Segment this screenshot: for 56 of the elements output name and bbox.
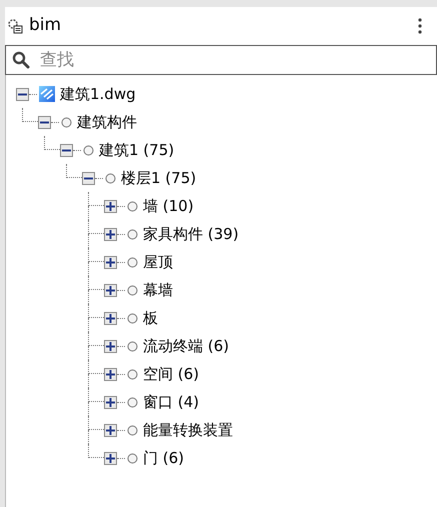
circle-icon [61,116,72,128]
circle-icon [127,256,138,268]
circle-icon [127,228,138,240]
expand-toggle[interactable] [82,172,95,184]
more-icon[interactable] [418,18,422,34]
expand-toggle[interactable] [104,228,117,240]
expand-toggle[interactable] [104,396,117,408]
tree-item-label[interactable]: 能量转换装置 [143,418,233,442]
expand-toggle[interactable] [104,452,117,464]
tree-item-label[interactable]: 建筑1.dwg [60,82,136,106]
tree-item-label[interactable]: 流动终端 (6) [143,334,230,358]
tree-item-label[interactable]: 屋顶 [143,250,173,274]
circle-icon [127,312,138,324]
tree-item-label[interactable]: 墙 (10) [143,194,194,218]
circle-icon [127,396,138,408]
tree-item-label[interactable]: 建筑构件 [77,110,137,134]
panel-title: bim [29,14,62,38]
expand-toggle[interactable] [104,368,117,380]
tree-item-label[interactable]: 板 [143,306,158,330]
plus-icon [106,342,115,350]
plus-icon [106,258,115,266]
plus-icon [106,202,115,210]
tree-item-label[interactable]: 空间 (6) [143,362,200,386]
plus-icon [106,398,115,406]
expand-toggle[interactable] [38,116,51,128]
expand-toggle[interactable] [104,256,117,268]
circle-icon [105,172,116,184]
expand-toggle[interactable] [16,88,29,100]
plus-icon [106,314,115,322]
expand-toggle[interactable] [104,200,117,212]
search-icon [12,51,30,69]
expand-toggle[interactable] [104,424,117,436]
tree-item-label[interactable]: 窗口 (4) [143,390,200,414]
tree-item-label[interactable]: 幕墙 [143,278,173,302]
circle-icon [127,200,138,212]
expand-toggle[interactable] [104,312,117,324]
plus-icon [106,370,115,378]
tree-item-label[interactable]: 家具构件 (39) [143,222,239,246]
expand-toggle[interactable] [60,144,73,156]
circle-icon [127,284,138,296]
tree-item-label[interactable]: 建筑1 (75) [99,138,174,162]
plus-icon [106,230,115,238]
plus-icon [106,454,115,462]
drawing-file-icon [39,86,55,102]
expand-toggle[interactable] [104,284,117,296]
circle-icon [83,144,94,156]
tree-item-label[interactable]: 门 (6) [143,446,184,470]
tree-item-label[interactable]: 楼层1 (75) [121,166,196,190]
search-field[interactable]: 查找 [5,45,437,75]
circle-icon [127,452,138,464]
circle-icon [127,340,138,352]
expand-toggle[interactable] [104,340,117,352]
circle-icon [127,424,138,436]
plus-icon [106,286,115,294]
plus-icon [106,426,115,434]
circle-icon [127,368,138,380]
